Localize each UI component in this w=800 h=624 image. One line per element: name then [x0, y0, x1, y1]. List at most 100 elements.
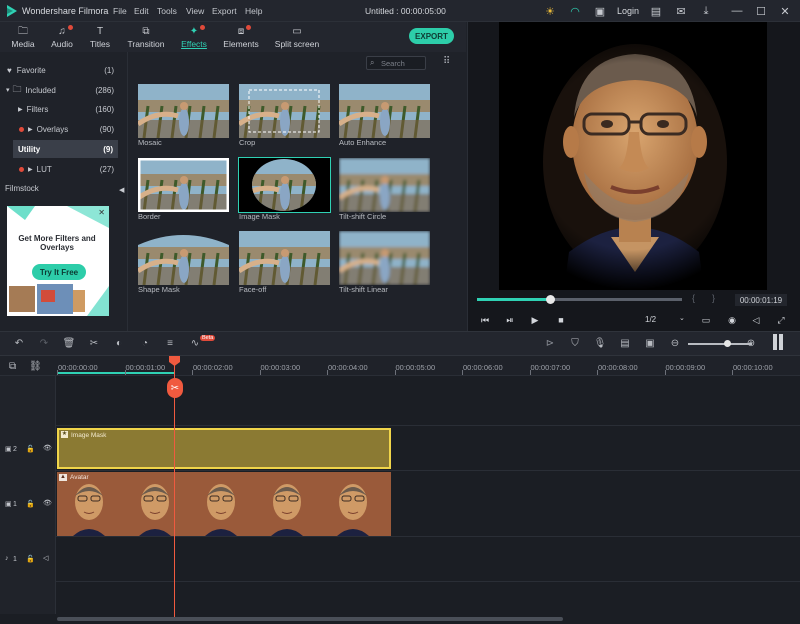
snapshot-frame-icon[interactable]: ▣: [643, 336, 657, 350]
mark-out-icon[interactable]: }: [712, 293, 715, 303]
mail-icon[interactable]: ✉: [673, 3, 689, 19]
menu-export[interactable]: Export: [212, 6, 237, 16]
effect-thumbnail[interactable]: [339, 84, 430, 138]
save-icon[interactable]: ▤: [648, 3, 664, 19]
stop-icon[interactable]: ■: [554, 314, 568, 326]
undo-icon[interactable]: ↶: [12, 336, 26, 350]
close-icon[interactable]: ✕: [777, 3, 793, 19]
eye-icon[interactable]: 👁: [43, 499, 52, 507]
scissors-icon[interactable]: ✂: [87, 336, 101, 350]
scrubber-handle[interactable]: [546, 295, 555, 304]
ruler-label: 00:00:10:00: [733, 363, 773, 372]
delete-icon[interactable]: 🗑: [62, 336, 76, 350]
speaker-icon[interactable]: ◁: [43, 554, 48, 562]
tab-audio[interactable]: ♫ Audio: [44, 22, 80, 52]
effect-thumbnail[interactable]: [239, 231, 330, 285]
sidebar-item-included[interactable]: ▾ 🗀 Included (286): [0, 81, 124, 99]
menu-tools[interactable]: Tools: [157, 6, 177, 16]
export-button[interactable]: EXPORT: [409, 28, 454, 44]
tab-elements[interactable]: ⧈ Elements: [220, 22, 262, 52]
previous-frame-icon[interactable]: ⏮: [478, 314, 492, 326]
effect-thumbnail[interactable]: [238, 157, 331, 213]
tab-split-screen[interactable]: ▭ Split screen: [272, 22, 322, 52]
tab-audio-label: Audio: [51, 38, 73, 49]
track-audio-1[interactable]: [56, 537, 800, 582]
collapse-left-icon[interactable]: ◀: [119, 186, 124, 194]
menu-view[interactable]: View: [186, 6, 204, 16]
effect-thumbnail[interactable]: [138, 84, 229, 138]
eye-icon[interactable]: 👁: [43, 444, 52, 452]
menu-file[interactable]: File: [113, 6, 127, 16]
search-input[interactable]: ⌕ Search: [366, 56, 426, 70]
voiceover-icon[interactable]: ▤: [618, 336, 632, 350]
ruler-tick: [664, 370, 666, 375]
pause-bar-left[interactable]: [773, 334, 777, 350]
media-tabs: 🗀 Media ♫ Audio T Titles ⧉ Transition ✦ Effec…: [0, 22, 466, 52]
tab-media[interactable]: 🗀 Media: [6, 22, 40, 52]
tab-titles[interactable]: T Titles: [84, 22, 116, 52]
sidebar-item-favorite[interactable]: ♥ Favorite (1): [0, 61, 124, 79]
lock-icon[interactable]: 🔓: [26, 555, 35, 563]
add-track-icon[interactable]: ⧉: [9, 361, 16, 372]
lock-icon[interactable]: 🔓: [26, 445, 35, 453]
snapshot-icon[interactable]: ◉: [725, 314, 739, 326]
link-icon[interactable]: ⛓: [29, 361, 42, 372]
effects-icon: ✦: [189, 25, 199, 37]
clip-avatar[interactable]: ▲ Avatar: [57, 472, 391, 536]
horizontal-scrollbar[interactable]: [57, 617, 563, 621]
effect-thumbnail[interactable]: [138, 158, 229, 212]
gift-icon[interactable]: ▣: [592, 3, 608, 19]
menu-edit[interactable]: Edit: [134, 6, 149, 16]
tab-transition[interactable]: ⧉ Transition: [124, 22, 168, 52]
speed-icon[interactable]: ◔: [138, 336, 152, 350]
display-icon[interactable]: ▭: [699, 314, 713, 326]
maximize-icon[interactable]: ☐: [753, 3, 769, 19]
chevron-down-icon[interactable]: ⌄: [679, 314, 685, 322]
step-back-icon[interactable]: ⏯: [503, 314, 517, 326]
pause-bar-right[interactable]: [779, 334, 783, 350]
window-title: Untitled : 00:00:05:00: [365, 6, 446, 16]
effect-thumbnail[interactable]: [239, 84, 330, 138]
lightbulb-icon[interactable]: ☀: [542, 3, 558, 19]
render-icon[interactable]: ⊳: [543, 336, 557, 350]
effect-thumbnail[interactable]: [339, 158, 430, 212]
volume-icon[interactable]: ◁: [749, 314, 763, 326]
marker-icon[interactable]: ⛉: [568, 336, 582, 350]
sidebar-item-utility[interactable]: Utility (9): [13, 140, 118, 158]
menu-help[interactable]: Help: [245, 6, 262, 16]
adjust-icon[interactable]: ≡: [163, 336, 177, 350]
grid-view-icon[interactable]: ⠿: [443, 56, 450, 67]
zoom-in-icon[interactable]: ⊕: [744, 336, 758, 350]
split-scissors-icon[interactable]: ✂: [167, 378, 183, 398]
lock-icon[interactable]: 🔓: [26, 500, 35, 508]
zoom-handle[interactable]: [724, 340, 731, 347]
zoom-slider[interactable]: [688, 343, 752, 345]
mark-in-icon[interactable]: {: [692, 293, 695, 303]
sidebar-item-overlays[interactable]: ▶ Overlays (90): [0, 120, 124, 138]
zoom-out-icon[interactable]: ⊖: [668, 336, 682, 350]
ruler-tick: [124, 370, 126, 375]
music-icon: ♫: [58, 25, 66, 37]
try-it-free-button[interactable]: Try It Free: [32, 264, 86, 280]
minimize-icon[interactable]: —: [729, 3, 745, 19]
tab-effects[interactable]: ✦ Effects: [176, 22, 212, 52]
close-promo-icon[interactable]: ✕: [98, 208, 105, 217]
login-link[interactable]: Login: [617, 6, 639, 16]
preview-timecode: 00:00:01:19: [735, 294, 787, 306]
folder-icon: 🗀: [12, 84, 22, 94]
microphone-icon[interactable]: 🎙: [593, 336, 607, 350]
redo-icon[interactable]: ↷: [37, 336, 51, 350]
clip-image-mask[interactable]: ★ Image Mask: [57, 428, 391, 469]
effect-thumbnail[interactable]: [138, 231, 229, 285]
download-icon[interactable]: ⤓: [698, 3, 714, 19]
fullscreen-icon[interactable]: ⤢: [774, 314, 788, 326]
color-palette-icon[interactable]: ◐: [112, 336, 126, 350]
effect-thumbnail[interactable]: [339, 231, 430, 285]
sidebar-item-filters[interactable]: ▶ Filters (160): [0, 100, 124, 118]
heart-icon: ♥: [7, 65, 12, 75]
headset-icon[interactable]: ◠: [567, 3, 583, 19]
preview-quality-select[interactable]: 1/2: [645, 315, 656, 324]
sidebar-item-lut[interactable]: ▶ LUT (27): [0, 160, 124, 178]
promo-banner[interactable]: ✕ Get More Filters and Overlays Try It F…: [7, 206, 109, 316]
play-icon[interactable]: ▶: [528, 314, 542, 326]
